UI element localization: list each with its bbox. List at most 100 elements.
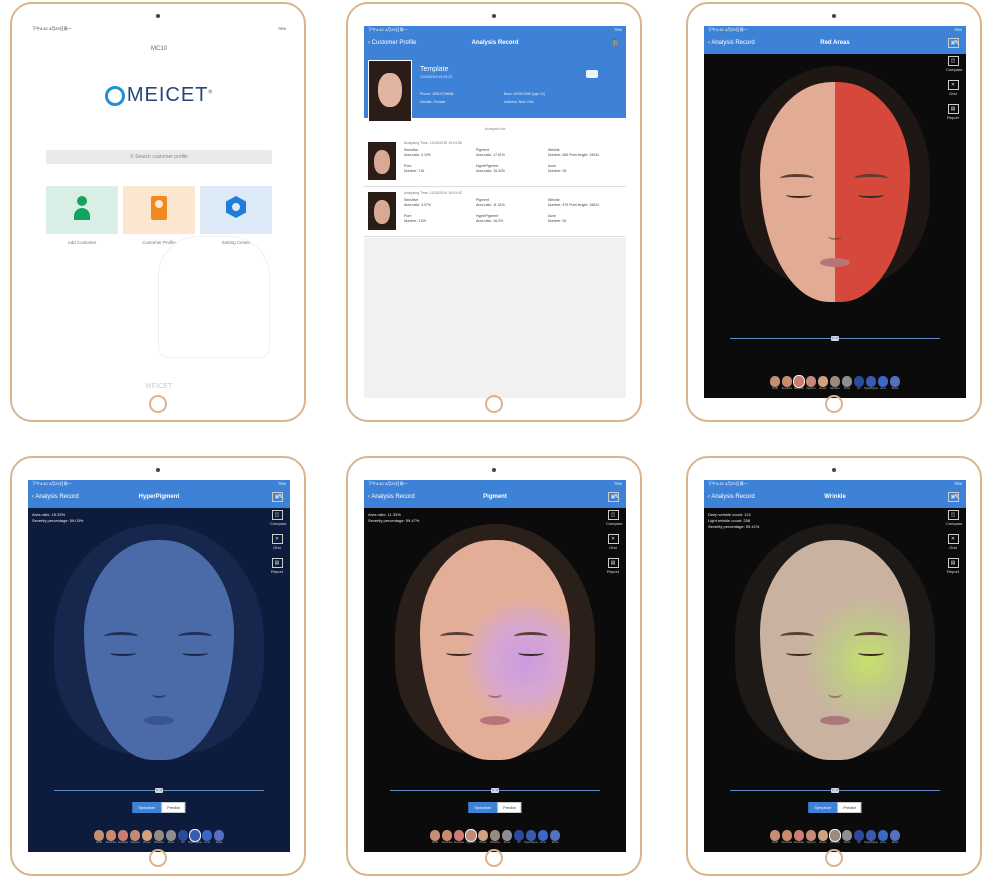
thumb-hyperpigment[interactable]: HyperPigment [524, 830, 538, 844]
gender-value: Female [433, 100, 446, 104]
thumb-image [166, 830, 176, 841]
symptom-tab[interactable]: Symptom [132, 802, 162, 813]
report-button[interactable]: ▤ Report [946, 558, 960, 574]
thumb-sensitive[interactable]: Sensitive [794, 830, 804, 844]
thumb-pores[interactable]: Pores [502, 830, 512, 844]
thumb-rgb[interactable]: RGB [770, 376, 780, 390]
home-button[interactable] [825, 849, 843, 867]
thumb-sensitive[interactable]: Sensitive [454, 830, 464, 844]
thumb-hyperpigment[interactable]: HyperPigment [864, 376, 878, 390]
thumb-brown[interactable]: Brown [818, 376, 828, 390]
compare-button[interactable]: ◫ Compare [606, 510, 622, 526]
home-screen: 下午4:42 4月29日周一 75% MC10 MEICET® ⚲ Search… [28, 26, 290, 398]
thumb-wood[interactable]: Wood [214, 830, 224, 844]
thumb-wood[interactable]: Wood [890, 830, 900, 844]
thumb-wrinkles[interactable]: Wrinkles [490, 830, 500, 844]
user-icon[interactable]: ⛹ [611, 39, 620, 47]
grid-button[interactable]: ✕ Grid [946, 80, 960, 96]
home-button[interactable] [149, 395, 167, 413]
record-cell: Sensitive Area ratio: 3.19% [404, 148, 431, 158]
camera-icon[interactable] [586, 70, 598, 78]
record-row[interactable]: Analyzing Time: 12/18/2019 19:03:42 Sens… [364, 188, 626, 237]
thumb-image [538, 830, 548, 841]
home-button[interactable] [485, 395, 503, 413]
thumb-pigment[interactable]: Pigment [130, 830, 140, 844]
thumb-acne[interactable]: Acne [878, 376, 888, 390]
thumb-acne[interactable]: Acne [538, 830, 548, 844]
predict-tab[interactable]: Predict [497, 802, 522, 813]
thumb-rgb[interactable]: RGB [430, 830, 440, 844]
thumb-image [94, 830, 104, 841]
predict-tab[interactable]: Predict [161, 802, 186, 813]
predict-tab[interactable]: Predict [837, 802, 862, 813]
thumb-acne[interactable]: Acne [878, 830, 888, 844]
slider-knob[interactable]: 1 : 2 [491, 788, 499, 793]
profile-gender: Gender: Female [420, 100, 445, 104]
thumb-wrinkles[interactable]: Wrinkles [154, 830, 164, 844]
left-eye [786, 192, 812, 198]
layout-button[interactable]: ▣ [946, 492, 960, 502]
thumb-pigment[interactable]: Pigment [806, 376, 816, 390]
grid-button[interactable]: ✕ Grid [606, 534, 620, 550]
thumb-image [202, 830, 212, 841]
thumb-sunshine[interactable]: Sunshine [782, 830, 792, 844]
thumb-wrinkles[interactable]: Wrinkles [829, 829, 841, 844]
home-button[interactable] [825, 395, 843, 413]
report-button[interactable]: ▤ Report [606, 558, 620, 574]
record-cell: Wrinkle Number: 379 Pixel length: 15624 [548, 198, 599, 208]
thumb-brown[interactable]: Brown [142, 830, 152, 844]
thumb-rgb[interactable]: RGB [94, 830, 104, 844]
thumb-acne[interactable]: Acne [202, 830, 212, 844]
device-watermark [158, 236, 270, 358]
symptom-tab[interactable]: Symptom [468, 802, 498, 813]
thumb-wood[interactable]: Wood [890, 376, 900, 390]
thumb-rgb[interactable]: RGB [770, 830, 780, 844]
thumb-uv[interactable]: UV [854, 376, 864, 390]
thumb-brown[interactable]: Brown [818, 830, 828, 844]
slider-knob[interactable]: 1 : 2 [831, 788, 839, 793]
thumb-hyperpigment[interactable]: HyperPigment [864, 830, 878, 844]
setting-center-card[interactable] [200, 186, 272, 234]
thumb-uv[interactable]: UV [854, 830, 864, 844]
search-input[interactable]: ⚲ Search customer profile [46, 150, 272, 164]
thumb-pigment[interactable]: Pigment [806, 830, 816, 844]
thumb-sensitive[interactable]: Sensitive [118, 830, 128, 844]
slider-knob[interactable]: 1 : 2 [831, 336, 839, 341]
thumb-wood[interactable]: Wood [550, 830, 560, 844]
symptom-tab[interactable]: Symptom [808, 802, 838, 813]
layout-button[interactable]: ▣ [270, 492, 284, 502]
thumb-image [818, 376, 828, 387]
brand-logo: MEICET® [28, 84, 290, 107]
thumb-sunshine[interactable]: Sunshine [782, 376, 792, 390]
thumb-pores[interactable]: Pores [842, 376, 852, 390]
grid-button[interactable]: ✕ Grid [270, 534, 284, 550]
thumb-sensitive[interactable]: Sensitive [793, 375, 805, 390]
record-row[interactable]: Analyzing Time: 12/18/2019 19:04:56 Sens… [364, 138, 626, 187]
compare-button[interactable]: ◫ Compare [270, 510, 286, 526]
slider-knob[interactable]: 1 : 2 [155, 788, 163, 793]
thumb-wrinkles[interactable]: Wrinkles [830, 376, 840, 390]
customer-profile-card[interactable] [123, 186, 195, 234]
thumb-pores[interactable]: Pores [842, 830, 852, 844]
thumb-uv[interactable]: UV [178, 830, 188, 844]
thumb-pigment[interactable]: Pigment [465, 829, 477, 844]
compare-button[interactable]: ◫ Compare [946, 56, 962, 72]
search-placeholder: Search customer profile [135, 154, 188, 160]
thumb-label: Wood [891, 387, 899, 390]
thumb-sunshine[interactable]: Sunshine [106, 830, 116, 844]
add-customer-card[interactable] [46, 186, 118, 234]
home-button[interactable] [485, 849, 503, 867]
compare-button[interactable]: ◫ Compare [946, 510, 962, 526]
report-button[interactable]: ▤ Report [946, 104, 960, 120]
thumb-pores[interactable]: Pores [166, 830, 176, 844]
thumb-brown[interactable]: Brown [478, 830, 488, 844]
layout-button[interactable]: ▣ [606, 492, 620, 502]
thumb-sunshine[interactable]: Sunshine [442, 830, 452, 844]
grid-button[interactable]: ✕ Grid [946, 534, 960, 550]
thumb-hyperpigment[interactable]: HyperPigment [188, 829, 202, 844]
thumb-uv[interactable]: UV [514, 830, 524, 844]
layout-button[interactable]: ▣ [946, 38, 960, 48]
empty-list-area [364, 238, 626, 398]
report-button[interactable]: ▤ Report [270, 558, 284, 574]
home-button[interactable] [149, 849, 167, 867]
